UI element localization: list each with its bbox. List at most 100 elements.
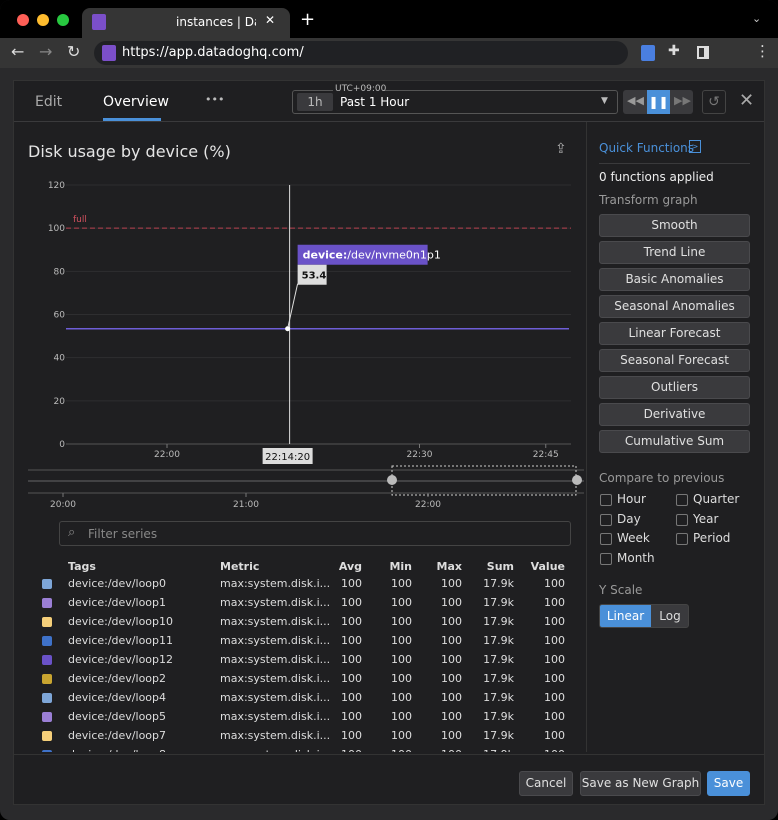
- quick-functions-link[interactable]: Quick Functions: [599, 141, 694, 155]
- row-max: 100: [441, 596, 462, 609]
- timeseries-chart[interactable]: 0 20 40 60 80 100 120 full 22:00 22:30 22:45 device…: [14, 171, 586, 511]
- tab-title: instances | Datad: [176, 15, 256, 29]
- filter-series-input[interactable]: ⌕ Filter series: [59, 521, 571, 546]
- row-min: 100: [391, 634, 412, 647]
- extensions-icon[interactable]: ✚: [668, 43, 680, 59]
- function-button-cumulative-sum[interactable]: Cumulative Sum: [599, 430, 750, 453]
- table-row[interactable]: device:/dev/loop7 max:system.disk.i... 1…: [14, 727, 574, 746]
- series-table[interactable]: device:/dev/loop0 max:system.disk.i... 1…: [14, 575, 586, 752]
- function-button-linear-forecast[interactable]: Linear Forecast: [599, 322, 750, 345]
- close-icon[interactable]: ✕: [739, 90, 754, 111]
- row-sum: 17.9k: [483, 596, 514, 609]
- table-row[interactable]: device:/dev/loop2 max:system.disk.i... 1…: [14, 670, 574, 689]
- row-max: 100: [441, 615, 462, 628]
- compare-checkbox-hour[interactable]: [600, 494, 612, 506]
- function-button-trend-line[interactable]: Trend Line: [599, 241, 750, 264]
- x-tick-label: 22:45: [533, 450, 559, 460]
- more-options-button[interactable]: •••: [205, 93, 224, 106]
- series-color-swatch: [42, 636, 52, 646]
- tab-edit[interactable]: Edit: [35, 94, 62, 110]
- reload-icon[interactable]: ↻: [67, 42, 80, 61]
- y-tick-label: 20: [54, 397, 66, 407]
- table-row[interactable]: device:/dev/loop0 max:system.disk.i... 1…: [14, 575, 574, 594]
- y-tick-label: 0: [59, 440, 65, 450]
- col-max[interactable]: Max: [422, 560, 462, 573]
- table-row[interactable]: device:/dev/loop11 max:system.disk.i... …: [14, 632, 574, 651]
- table-row[interactable]: device:/dev/loop8 max:system.disk.i... 1…: [14, 746, 574, 752]
- compare-checkbox-year[interactable]: [676, 513, 688, 526]
- save-button[interactable]: Save: [707, 771, 750, 796]
- maximize-window-button[interactable]: [57, 14, 69, 26]
- export-icon[interactable]: ⇪: [555, 141, 567, 157]
- divider: [599, 163, 750, 164]
- compare-label-week: Week: [617, 531, 650, 545]
- table-row[interactable]: device:/dev/loop12 max:system.disk.i... …: [14, 651, 574, 670]
- row-tag: device:/dev/loop7: [68, 729, 167, 742]
- expand-panel-icon[interactable]: >: [689, 140, 701, 153]
- function-button-seasonal-forecast[interactable]: Seasonal Forecast: [599, 349, 750, 372]
- url-text: https://app.datadoghq.com/: [122, 45, 304, 60]
- menu-icon[interactable]: ⋮: [755, 42, 770, 60]
- pause-button[interactable]: ❚❚: [647, 90, 670, 114]
- compare-checkbox-quarter[interactable]: [676, 494, 688, 506]
- y-scale-linear[interactable]: Linear: [600, 605, 651, 627]
- browser-toolbar: ← → ↻ https://app.datadoghq.com/ ✚ ⋮: [0, 38, 778, 68]
- function-button-seasonal-anomalies[interactable]: Seasonal Anomalies: [599, 295, 750, 318]
- minimize-window-button[interactable]: [37, 14, 49, 26]
- tooltip-series-label: device:/dev/nvme0n1p1: [303, 249, 441, 262]
- table-row[interactable]: device:/dev/loop1 max:system.disk.i... 1…: [14, 594, 574, 613]
- col-metric[interactable]: Metric: [220, 560, 259, 573]
- row-avg: 100: [322, 748, 362, 752]
- col-sum[interactable]: Sum: [474, 560, 514, 573]
- row-metric: max:system.disk.i...: [220, 596, 331, 609]
- navigator-handle-left: [387, 475, 397, 485]
- row-avg: 100: [341, 672, 362, 685]
- row-avg: 100: [341, 653, 362, 666]
- compare-checkbox-day[interactable]: [600, 513, 612, 526]
- row-value: 100: [544, 653, 565, 666]
- y-scale-toggle: Linear Log: [599, 604, 689, 628]
- close-window-button[interactable]: [17, 14, 29, 26]
- browser-tab[interactable]: instances | Datad ✕: [82, 8, 290, 38]
- compare-checkbox-week[interactable]: [600, 533, 612, 545]
- address-bar[interactable]: https://app.datadoghq.com/: [94, 41, 628, 65]
- panel-divider: [586, 122, 587, 752]
- back-icon[interactable]: ←: [11, 42, 24, 61]
- row-min: 100: [391, 615, 412, 628]
- function-button-basic-anomalies[interactable]: Basic Anomalies: [599, 268, 750, 291]
- row-tag: device:/dev/loop0: [68, 577, 167, 590]
- close-tab-icon[interactable]: ✕: [265, 13, 275, 27]
- row-sum: 17.9k: [483, 577, 514, 590]
- table-row[interactable]: device:/dev/loop4 max:system.disk.i... 1…: [14, 689, 574, 708]
- translate-icon[interactable]: [641, 45, 655, 61]
- new-tab-icon[interactable]: +: [300, 9, 315, 30]
- function-button-derivative[interactable]: Derivative: [599, 403, 750, 426]
- row-tag: device:/dev/loop8: [68, 748, 166, 752]
- tab-overview[interactable]: Overview: [103, 94, 169, 110]
- col-tags[interactable]: Tags: [68, 560, 96, 573]
- row-avg: 100: [341, 596, 362, 609]
- row-avg: 100: [341, 710, 362, 723]
- compare-checkbox-period[interactable]: [676, 533, 688, 545]
- row-avg: 100: [341, 691, 362, 704]
- compare-checkbox-month[interactable]: [600, 552, 612, 565]
- function-button-outliers[interactable]: Outliers: [599, 376, 750, 399]
- side-panel-icon[interactable]: [697, 46, 709, 59]
- y-tick-label: 60: [54, 311, 66, 321]
- col-avg[interactable]: Avg: [322, 560, 362, 573]
- table-row[interactable]: device:/dev/loop5 max:system.disk.i... 1…: [14, 708, 574, 727]
- reset-icon[interactable]: ↺: [702, 90, 726, 114]
- y-scale-log[interactable]: Log: [651, 605, 688, 627]
- col-min[interactable]: Min: [372, 560, 412, 573]
- row-metric: max:system.disk.i...: [220, 748, 330, 752]
- fast-forward-button[interactable]: ▶▶: [674, 94, 691, 107]
- tab-list-chevron-icon[interactable]: ⌄: [752, 12, 761, 25]
- table-row[interactable]: device:/dev/loop10 max:system.disk.i... …: [14, 613, 574, 632]
- cancel-button[interactable]: Cancel: [519, 771, 573, 796]
- function-button-smooth[interactable]: Smooth: [599, 214, 750, 237]
- col-value[interactable]: Value: [525, 560, 565, 573]
- save-as-new-graph-button[interactable]: Save as New Graph: [580, 771, 701, 796]
- forward-icon[interactable]: →: [39, 42, 52, 61]
- rewind-button[interactable]: ◀◀: [627, 94, 644, 107]
- time-selector[interactable]: UTC+09:00 1h Past 1 Hour ▼: [292, 84, 618, 114]
